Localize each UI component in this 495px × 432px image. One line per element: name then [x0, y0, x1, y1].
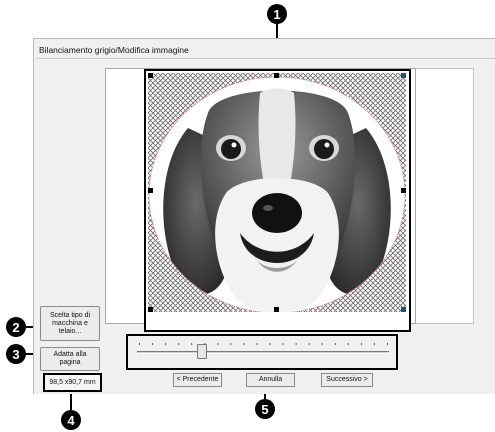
- callout-3: 3: [6, 344, 26, 364]
- slider-track[interactable]: [137, 351, 389, 354]
- slider-tick: [282, 343, 284, 345]
- handle-bottom-left[interactable]: [148, 307, 153, 312]
- slider-ticks: [139, 343, 388, 345]
- cancel-button[interactable]: Annulla: [246, 373, 295, 387]
- handle-middle-right[interactable]: [401, 188, 406, 193]
- image-canvas[interactable]: [148, 73, 406, 312]
- image-size-display: 98,5 x90,7 mm: [43, 373, 102, 392]
- title-divider: [36, 58, 495, 59]
- callout-4: 4: [61, 410, 81, 430]
- handle-bottom-right[interactable]: [401, 307, 406, 312]
- slider-tick: [360, 343, 362, 345]
- slider-tick: [321, 343, 323, 345]
- slider-tick: [387, 343, 388, 345]
- slider-tick: [334, 343, 336, 345]
- slider-tick: [191, 343, 193, 345]
- callout-2: 2: [6, 317, 26, 337]
- handle-top-center[interactable]: [274, 73, 279, 78]
- slider-tick: [308, 343, 310, 345]
- handle-top-left[interactable]: [148, 73, 153, 78]
- slider-tick: [373, 343, 375, 345]
- callout-5: 5: [255, 399, 275, 419]
- fit-page-button[interactable]: Adatta alla pagina: [40, 347, 100, 371]
- slider-tick: [139, 343, 140, 345]
- workspace-margin: [416, 68, 474, 324]
- slider-tick: [165, 343, 167, 345]
- slider-thumb[interactable]: [197, 344, 208, 359]
- callout-4-leader: [70, 392, 72, 410]
- handle-middle-left[interactable]: [148, 188, 153, 193]
- machine-frame-button[interactable]: Scelta tipo di macchina e telaio...: [40, 306, 100, 341]
- slider-tick: [217, 343, 219, 345]
- slider-tick: [256, 343, 258, 345]
- slider-tick: [347, 343, 349, 345]
- slider-tick: [295, 343, 297, 345]
- callout-1: 1: [267, 4, 287, 24]
- previous-button[interactable]: < Precedente: [173, 373, 222, 387]
- slider-tick: [152, 343, 154, 345]
- slider-tick: [269, 343, 271, 345]
- next-button[interactable]: Successivo >: [321, 373, 373, 387]
- slider-tick: [178, 343, 180, 345]
- slider-tick: [243, 343, 245, 345]
- handle-bottom-center[interactable]: [274, 307, 279, 312]
- dialog-title: Bilanciamento grigio/Modifica immagine: [39, 45, 189, 55]
- handle-top-right[interactable]: [401, 73, 406, 78]
- slider-tick: [230, 343, 232, 345]
